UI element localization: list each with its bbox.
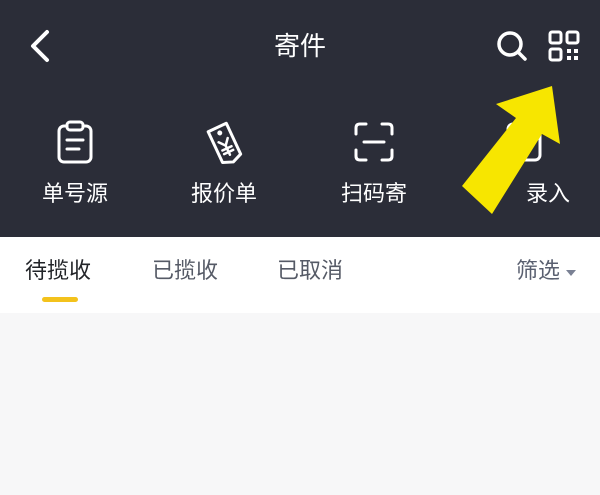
top-bar: 寄件 bbox=[0, 0, 600, 95]
entry-icon bbox=[506, 122, 542, 162]
tool-grid: 单号源 报价单 扫码寄 录入 bbox=[0, 108, 600, 223]
tool-scan-send[interactable]: 扫码寄 bbox=[314, 108, 434, 218]
tab-bar: 待揽收 已揽收 已取消 筛选 bbox=[0, 237, 600, 313]
tab-cancelled[interactable]: 已取消 bbox=[277, 257, 343, 287]
tool-label: 报价单 bbox=[190, 182, 257, 207]
tool-quotation[interactable]: 报价单 bbox=[164, 108, 284, 218]
price-tag-icon bbox=[206, 121, 243, 165]
order-list-area bbox=[0, 313, 600, 495]
caret-down-icon bbox=[566, 270, 577, 276]
filter-button[interactable]: 筛选 bbox=[516, 257, 577, 287]
active-tab-indicator bbox=[42, 297, 78, 302]
tool-entry[interactable]: 录入 bbox=[464, 108, 584, 218]
scan-icon bbox=[354, 122, 394, 162]
search-icon bbox=[497, 31, 527, 61]
tool-label: 扫码寄 bbox=[340, 182, 407, 207]
tab-picked-up[interactable]: 已揽收 bbox=[152, 257, 218, 287]
qr-code-button[interactable] bbox=[546, 28, 582, 64]
qr-code-icon bbox=[548, 30, 580, 62]
tool-tracking-source[interactable]: 单号源 bbox=[15, 108, 135, 218]
tab-pending-pickup[interactable]: 待揽收 bbox=[25, 257, 91, 287]
tool-label: 单号源 bbox=[41, 182, 108, 207]
filter-label: 筛选 bbox=[516, 259, 561, 284]
tool-label: 录入 bbox=[525, 182, 570, 207]
header: 寄件 单号源 报价单 扫码寄 录入 bbox=[0, 0, 600, 237]
search-button[interactable] bbox=[494, 28, 530, 64]
clipboard-icon bbox=[57, 120, 93, 164]
